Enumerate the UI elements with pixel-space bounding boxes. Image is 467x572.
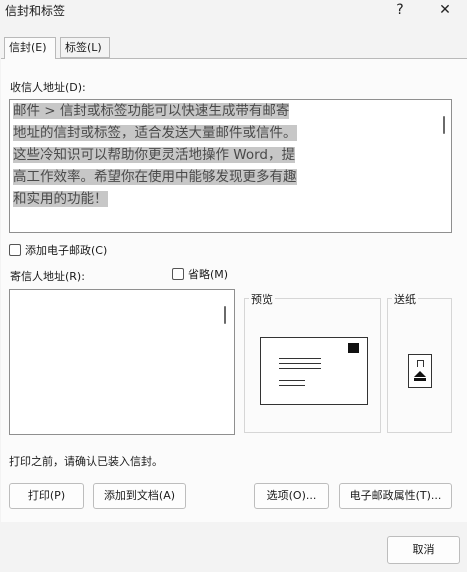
delivery-address-line: 邮件 > 信封或标签功能可以快速生成带有邮寄 xyxy=(13,103,290,119)
title-bar: 信封和标签 ? ✕ xyxy=(0,0,467,22)
delivery-address-label: 收信人地址(D): xyxy=(10,81,86,94)
feed-base xyxy=(414,378,426,381)
print-note: 打印之前，请确认已装入信封。 xyxy=(9,455,163,468)
tab-labels-label: 标签(L) xyxy=(65,41,102,54)
print-button[interactable]: 打印(P) xyxy=(9,483,84,509)
omit-checkbox[interactable] xyxy=(172,268,184,280)
close-icon[interactable]: ✕ xyxy=(431,0,459,20)
omit-label: 省略(M) xyxy=(188,268,229,281)
feed-arrow xyxy=(414,371,426,377)
add-postage-checkbox[interactable] xyxy=(9,244,21,256)
preview-line xyxy=(279,385,305,386)
envelope-preview xyxy=(260,337,368,405)
preview-line xyxy=(279,380,305,381)
return-address-input[interactable] xyxy=(9,289,235,435)
postage-properties-button[interactable]: 电子邮政属性(T)... xyxy=(339,483,452,509)
feed-slot xyxy=(417,360,424,367)
delivery-address-line: 地址的信封或标签，适合发送大量邮件或信件。 xyxy=(13,125,297,141)
stamp-icon xyxy=(348,343,359,353)
delivery-address-line: 这些冷知识可以帮助你更灵活地操作 Word，提 xyxy=(13,147,295,163)
feed-icon xyxy=(408,354,432,388)
help-icon[interactable]: ? xyxy=(386,0,414,20)
add-postage-label: 添加电子邮政(C) xyxy=(25,244,108,257)
tab-envelopes-label: 信封(E) xyxy=(9,41,47,54)
tab-labels[interactable]: 标签(L) xyxy=(60,37,110,58)
preview-label: 预览 xyxy=(249,291,275,307)
tab-envelopes[interactable]: 信封(E) xyxy=(4,37,56,59)
preview-line xyxy=(279,363,321,364)
return-scrollbar-thumb[interactable] xyxy=(224,306,226,324)
delivery-address-input[interactable]: 邮件 > 信封或标签功能可以快速生成带有邮寄 地址的信封或标签，适合发送大量邮件… xyxy=(9,99,452,233)
feed-group[interactable] xyxy=(387,298,452,433)
add-to-document-button[interactable]: 添加到文档(A) xyxy=(93,483,186,509)
delivery-address-line: 高工作效率。希望你在使用中能够发现更多有趣 xyxy=(13,169,297,185)
cancel-button[interactable]: 取消 xyxy=(387,536,460,564)
delivery-scrollbar-thumb[interactable] xyxy=(443,116,445,134)
delivery-address-line: 和实用的功能！ xyxy=(13,191,108,207)
options-button[interactable]: 选项(O)... xyxy=(254,483,329,509)
preview-line xyxy=(279,368,321,369)
preview-line xyxy=(279,358,321,359)
window-title: 信封和标签 xyxy=(5,4,66,18)
return-address-label: 寄信人地址(R): xyxy=(10,270,85,283)
preview-group[interactable] xyxy=(244,298,381,433)
feed-label: 送纸 xyxy=(392,291,418,307)
